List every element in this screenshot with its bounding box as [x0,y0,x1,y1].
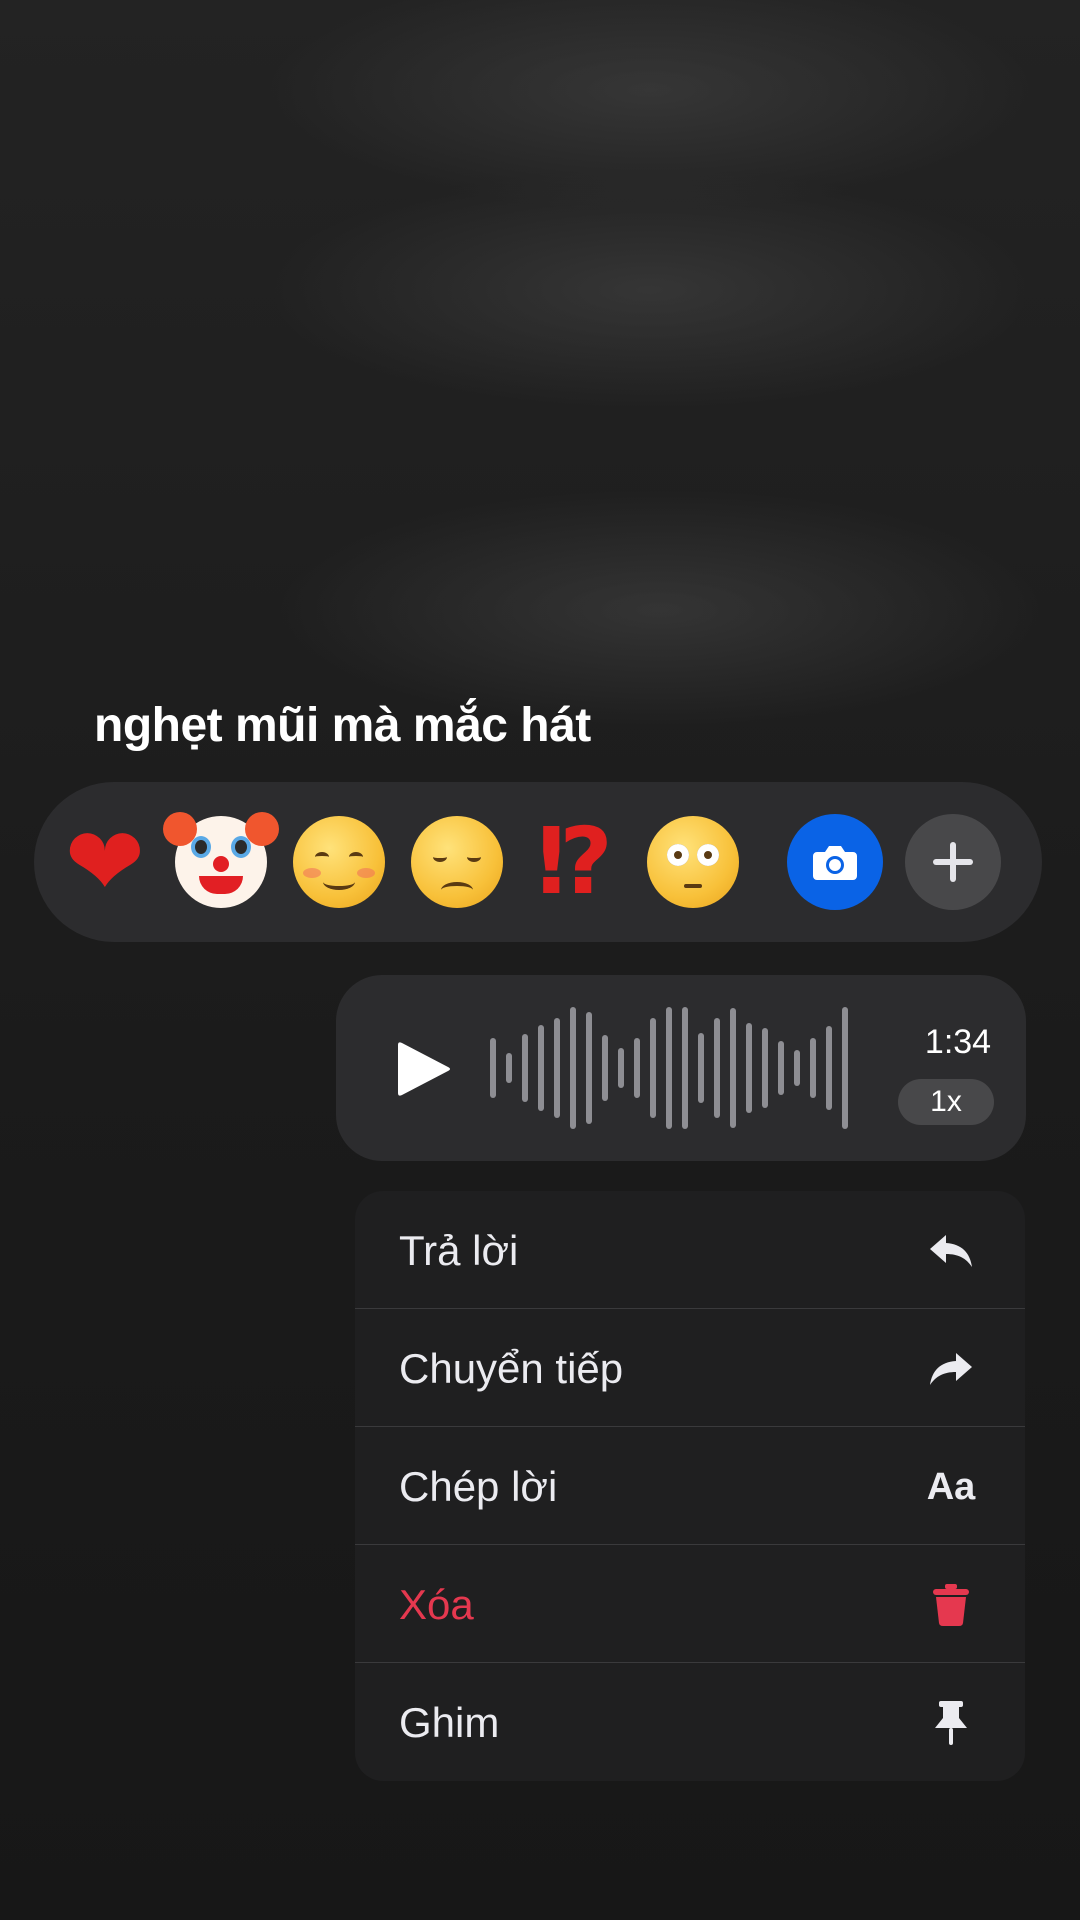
waveform-bar [602,1035,608,1101]
disappointed-face-icon [411,816,503,908]
camera-button[interactable] [787,814,883,910]
waveform-bar [794,1050,800,1086]
menu-item-label: Chép lời [399,1463,558,1510]
waveform-bar [826,1026,832,1110]
menu-item-reply[interactable]: Trả lời [355,1191,1025,1309]
waveform-bar [650,1018,656,1118]
playback-speed-button[interactable]: 1x [898,1079,994,1125]
clown-face-reaction[interactable] [163,794,279,930]
forward-icon [927,1345,975,1393]
message-caption: nghẹt mũi mà mắc hát [94,699,591,752]
waveform-bar [746,1023,752,1113]
waveform-bar [778,1041,784,1095]
waveform-bar [506,1053,512,1083]
waveform-bar [538,1025,544,1111]
waveform-bar [714,1018,720,1118]
play-icon[interactable] [392,1041,452,1097]
reply-icon [927,1227,975,1275]
waveform-bar [762,1028,768,1108]
message-context-menu: Trả lời Chuyển tiếp Chép lời Aa Xóa Ghim [355,1191,1025,1781]
waveform-bar [842,1007,848,1129]
waveform-bar [810,1038,816,1098]
waveform-bar [570,1007,576,1129]
waveform-bar [522,1034,528,1102]
menu-item-label: Xóa [399,1581,474,1628]
menu-item-transcribe[interactable]: Chép lời Aa [355,1427,1025,1545]
pin-icon [927,1699,975,1747]
voice-duration: 1:34 [924,1023,992,1061]
waveform-bar [682,1007,688,1129]
menu-item-label: Chuyển tiếp [399,1345,624,1392]
menu-item-delete[interactable]: Xóa [355,1545,1025,1663]
menu-item-label: Trả lời [399,1227,519,1274]
audio-waveform[interactable] [484,1003,864,1133]
flushed-face-reaction[interactable] [638,794,748,930]
reaction-bar: ❤ ⁉ [34,782,1042,942]
menu-item-pin[interactable]: Ghim [355,1663,1025,1781]
more-reactions-button[interactable] [905,814,1001,910]
smiling-face-icon [293,816,385,908]
waveform-bar [586,1012,592,1124]
flushed-face-icon [647,816,739,908]
camera-icon [813,846,857,880]
exclamation-question-reaction[interactable]: ⁉ [520,794,630,930]
voice-message-bubble[interactable]: 1:34 1x [336,975,1026,1161]
waveform-bar [490,1038,496,1098]
waveform-bar [554,1018,560,1118]
waveform-bar [618,1048,624,1088]
text-icon: Aa [926,1463,976,1511]
waveform-bar [698,1033,704,1103]
clown-face-icon [163,812,279,908]
text-icon-label: Aa [926,1465,976,1508]
smiling-face-reaction[interactable] [284,794,394,930]
waveform-bar [666,1007,672,1129]
waveform-bar [730,1008,736,1128]
heart-reaction[interactable]: ❤ [50,794,160,930]
trash-icon [927,1581,975,1629]
menu-item-forward[interactable]: Chuyển tiếp [355,1309,1025,1427]
disappointed-face-reaction[interactable] [402,794,512,930]
waveform-bar [634,1038,640,1098]
menu-item-label: Ghim [399,1699,500,1746]
plus-icon [933,842,973,882]
